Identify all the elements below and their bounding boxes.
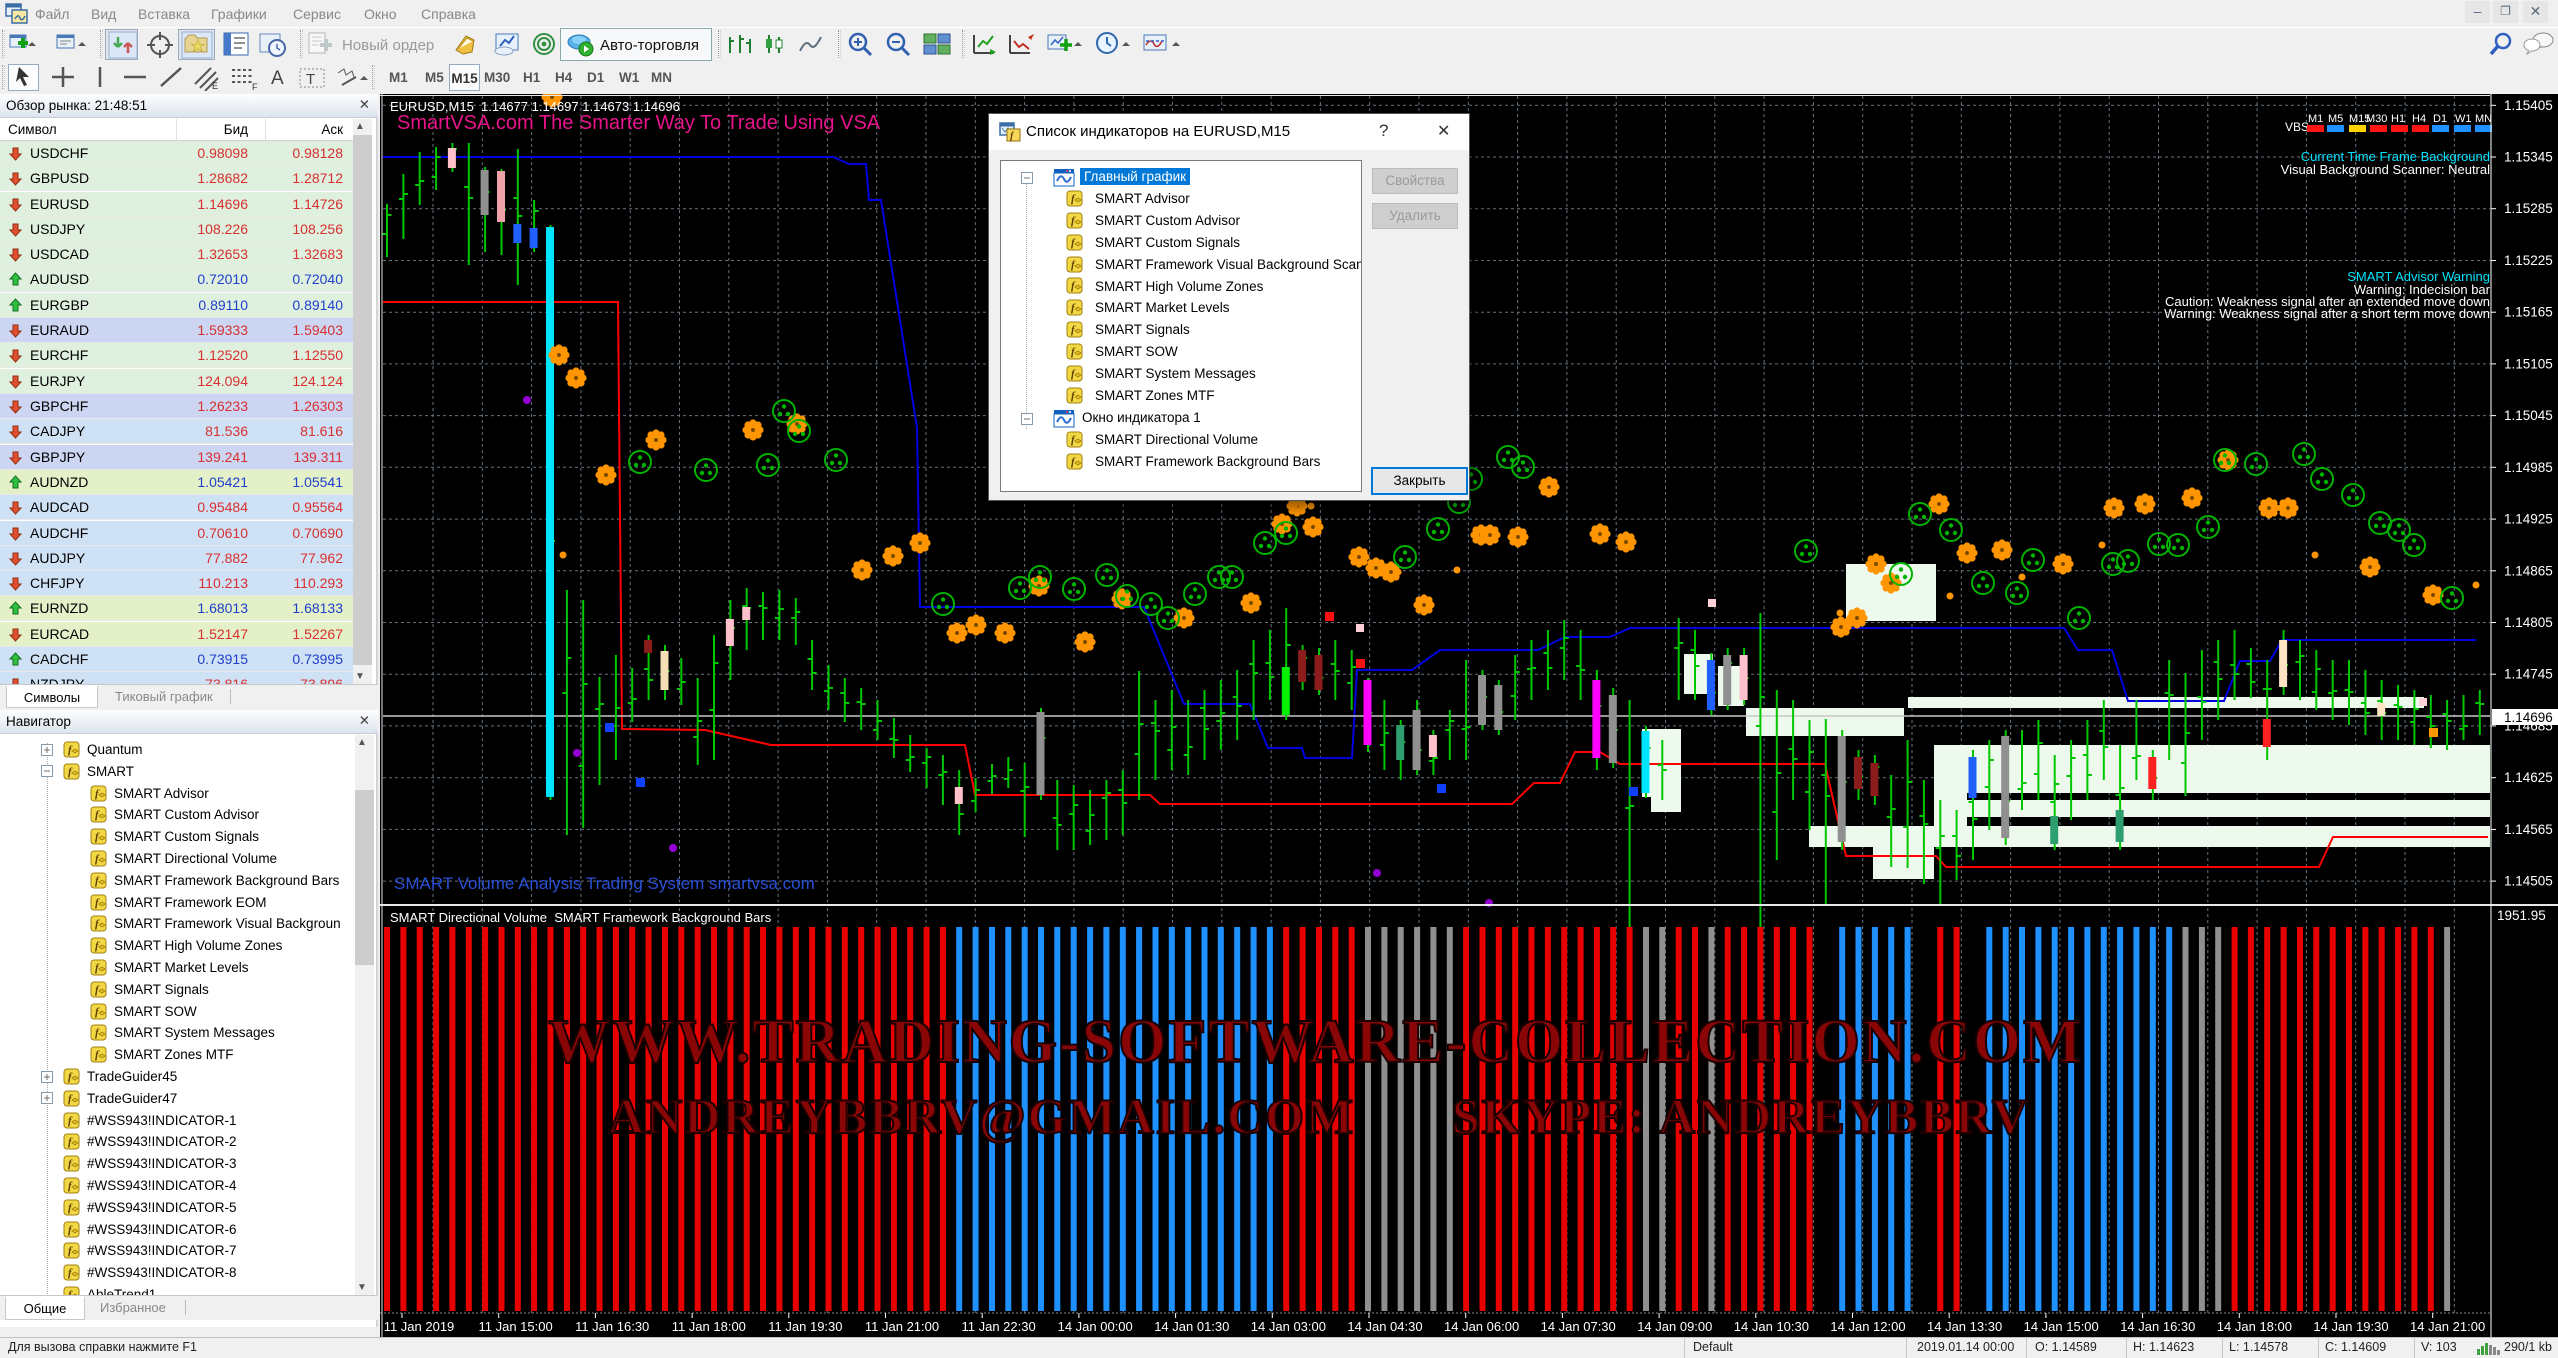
svg-text:1951.95: 1951.95	[2497, 908, 2546, 923]
svg-text:SKYPE: ANDREYBBRV: SKYPE: ANDREYBBRV	[1452, 1088, 2030, 1144]
svg-text:1.14865: 1.14865	[2504, 563, 2553, 578]
svg-text:14 Jan 01:30: 14 Jan 01:30	[1154, 1319, 1229, 1334]
svg-text:Warning: Weakness signal after: Warning: Weakness signal after a short t…	[2164, 306, 2490, 321]
svg-text:SMART Volume Analysis Trading: SMART Volume Analysis Trading System sma…	[394, 874, 815, 893]
svg-text:1.14985: 1.14985	[2504, 460, 2553, 475]
svg-text:1.14505: 1.14505	[2504, 874, 2553, 889]
svg-text:14 Jan 09:00: 14 Jan 09:00	[1637, 1319, 1712, 1334]
svg-text:T: T	[306, 71, 315, 88]
svg-text:11 Jan 16:30: 11 Jan 16:30	[575, 1319, 649, 1334]
svg-text:14 Jan 18:00: 14 Jan 18:00	[2217, 1319, 2292, 1334]
svg-text:1.15225: 1.15225	[2504, 253, 2553, 268]
svg-text:11 Jan 22:30: 11 Jan 22:30	[961, 1319, 1035, 1334]
svg-text:1.15105: 1.15105	[2504, 356, 2553, 371]
svg-text:14 Jan 07:30: 14 Jan 07:30	[1541, 1319, 1616, 1334]
svg-text:ANDREYBBRV@GMAIL.COM: ANDREYBBRV@GMAIL.COM	[608, 1088, 1355, 1144]
svg-text:14 Jan 13:30: 14 Jan 13:30	[1927, 1319, 2002, 1334]
svg-text:1.14696: 1.14696	[2504, 710, 2553, 725]
svg-text:14 Jan 12:00: 14 Jan 12:00	[1830, 1319, 1905, 1334]
svg-text:14 Jan 19:30: 14 Jan 19:30	[2313, 1319, 2388, 1334]
svg-text:1.14565: 1.14565	[2504, 822, 2553, 837]
svg-text:1.14625: 1.14625	[2504, 770, 2553, 785]
svg-text:14 Jan 16:30: 14 Jan 16:30	[2120, 1319, 2195, 1334]
svg-text:14 Jan 10:30: 14 Jan 10:30	[1734, 1319, 1809, 1334]
svg-text:14 Jan 21:00: 14 Jan 21:00	[2410, 1319, 2485, 1334]
svg-text:A: A	[271, 68, 284, 89]
svg-text:H4: H4	[2412, 113, 2426, 125]
svg-text:14 Jan 00:00: 14 Jan 00:00	[1058, 1319, 1133, 1334]
svg-text:1.15045: 1.15045	[2504, 408, 2553, 423]
svg-text:M1: M1	[2308, 113, 2323, 125]
svg-text:11 Jan 19:30: 11 Jan 19:30	[768, 1319, 842, 1334]
svg-text:W1: W1	[2455, 113, 2472, 125]
svg-text:Visual Background Scanner: Neu: Visual Background Scanner: Neutral	[2281, 162, 2490, 177]
svg-text:1.15405: 1.15405	[2504, 98, 2553, 113]
svg-text:M5: M5	[2328, 113, 2343, 125]
svg-text:H1: H1	[2391, 113, 2405, 125]
svg-text:14 Jan 06:00: 14 Jan 06:00	[1444, 1319, 1519, 1334]
svg-text:SmartVSA.com The Smarter Way T: SmartVSA.com The Smarter Way To Trade Us…	[397, 112, 881, 134]
svg-text:11 Jan 18:00: 11 Jan 18:00	[672, 1319, 746, 1334]
svg-text:14 Jan 03:00: 14 Jan 03:00	[1251, 1319, 1326, 1334]
svg-text:WWW.TRADING-SOFTWARE-COLLECTIO: WWW.TRADING-SOFTWARE-COLLECTION.COM	[548, 1008, 2083, 1076]
svg-text:M30: M30	[2366, 113, 2387, 125]
svg-text:SMART Directional Volume SMAR: SMART Directional Volume SMART Framework…	[390, 910, 772, 925]
svg-text:11 Jan 21:00: 11 Jan 21:00	[865, 1319, 939, 1334]
svg-text:11 Jan 15:00: 11 Jan 15:00	[478, 1319, 552, 1334]
svg-text:1.14745: 1.14745	[2504, 667, 2553, 682]
svg-text:1.14925: 1.14925	[2504, 512, 2553, 527]
svg-text:1.15345: 1.15345	[2504, 150, 2553, 165]
svg-text:1.15285: 1.15285	[2504, 201, 2553, 216]
svg-text:D1: D1	[2433, 113, 2447, 125]
svg-text:14 Jan 04:30: 14 Jan 04:30	[1347, 1319, 1422, 1334]
svg-text:1.15165: 1.15165	[2504, 305, 2553, 320]
svg-text:E: E	[212, 81, 218, 91]
svg-text:1.14805: 1.14805	[2504, 615, 2553, 630]
svg-text:VBS: VBS	[2285, 120, 2309, 134]
svg-text:MN: MN	[2475, 113, 2492, 125]
svg-text:14 Jan 15:00: 14 Jan 15:00	[2024, 1319, 2099, 1334]
svg-text:11 Jan 2019: 11 Jan 2019	[384, 1319, 455, 1334]
svg-text:F: F	[252, 82, 258, 91]
